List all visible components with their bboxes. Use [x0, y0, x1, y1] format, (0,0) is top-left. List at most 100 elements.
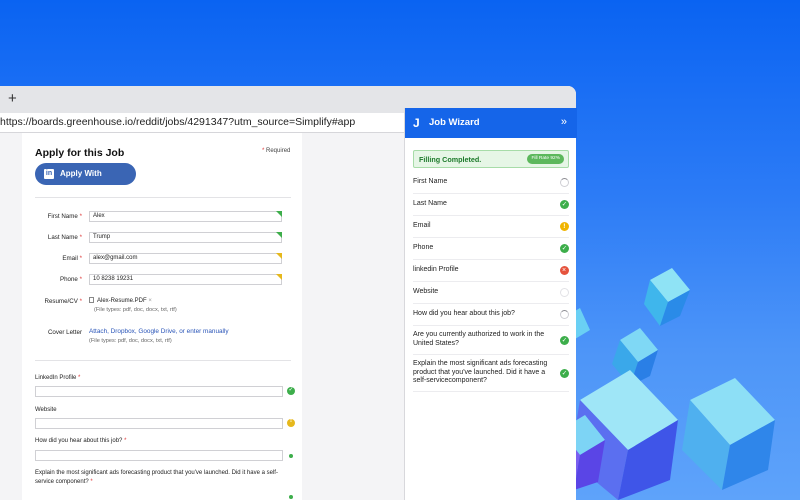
linkedin-profile-label-text: LinkedIn Profile	[35, 375, 77, 381]
wizard-item-linkedin-profile[interactable]: linkedin Profile	[413, 260, 569, 282]
divider	[35, 360, 291, 361]
wizard-item-first-name[interactable]: First Name	[413, 172, 569, 194]
error-icon	[560, 266, 569, 275]
wizard-item-label: How did you hear about this job?	[413, 310, 515, 317]
linkedin-icon: in	[44, 169, 54, 179]
email-field[interactable]: alex@gmail.com	[89, 253, 282, 264]
apply-with-linkedin-button[interactable]: in Apply With LinkedIn	[35, 163, 136, 200]
required-note-label: Required	[266, 148, 291, 154]
wizard-item-ads-forecasting[interactable]: Explain the most significant ads forecas…	[413, 355, 569, 392]
last-name-field[interactable]: Trump	[89, 232, 282, 243]
fill-rate-badge: Fill Rate 92%	[527, 154, 564, 164]
warning-indicator	[276, 274, 282, 280]
loading-spinner-icon	[560, 178, 569, 187]
cover-letter-options[interactable]: Attach, Dropbox, Google Drive, or enter …	[89, 328, 229, 335]
required-star: *	[79, 276, 82, 283]
resume-file-types: (File types: pdf, doc, docx, txt, rtf)	[94, 307, 177, 313]
required-star: *	[78, 375, 81, 381]
hear-about-job-label-text: How did you hear about this job?	[35, 438, 123, 444]
phone-field[interactable]: 10 8238 19231	[89, 274, 282, 285]
wizard-item-website[interactable]: Website	[413, 282, 569, 304]
email-label-text: Email	[62, 255, 78, 262]
first-name-label-text: First Name	[47, 213, 78, 220]
website-label: Website	[35, 407, 57, 413]
success-check-icon	[560, 369, 569, 378]
resume-label: Resume/CV *	[40, 298, 82, 305]
wizard-item-email[interactable]: Email	[413, 216, 569, 238]
last-name-value: Trump	[93, 234, 111, 240]
remove-file-icon[interactable]: ×	[148, 298, 152, 304]
wizard-item-label: linkedin Profile	[413, 266, 459, 273]
wizard-item-work-authorization[interactable]: Are you currently authorized to work in …	[413, 326, 569, 355]
required-star: *	[79, 234, 82, 241]
wizard-item-label: Phone	[413, 244, 434, 251]
fill-status-text: Filling Completed.	[419, 155, 482, 164]
first-name-label: First Name *	[40, 213, 82, 220]
filled-dot-icon	[289, 454, 293, 458]
required-note: * Required	[262, 148, 290, 154]
required-star: *	[90, 479, 93, 485]
cover-letter-label: Cover Letter	[47, 329, 82, 336]
page-title: Apply for this Job	[35, 147, 125, 159]
filled-indicator	[276, 211, 282, 217]
job-wizard-panel: J Job Wizard » Filling Completed. Fill R…	[404, 108, 577, 500]
warning-icon	[287, 418, 295, 427]
first-name-field[interactable]: Alex	[89, 211, 282, 222]
job-wizard-logo-icon: J	[413, 116, 420, 130]
pending-icon	[560, 288, 569, 297]
collapse-icon[interactable]: »	[561, 116, 567, 128]
wizard-item-label: Explain the most significant ads forecas…	[413, 360, 548, 385]
wizard-item-phone[interactable]: Phone	[413, 238, 569, 260]
ads-forecasting-label-text: Explain the most significant ads forecas…	[35, 470, 278, 485]
required-star: *	[79, 213, 82, 220]
resume-file-name: Alex-Resume.PDF	[97, 298, 147, 304]
warning-indicator	[276, 253, 282, 259]
first-name-value: Alex	[93, 213, 105, 219]
file-icon	[89, 297, 94, 303]
website-field[interactable]	[35, 418, 283, 429]
wizard-title: Job Wizard	[429, 117, 480, 128]
decorative-cubes	[560, 268, 775, 500]
url-text: https://boards.greenhouse.io/reddit/jobs…	[0, 116, 356, 128]
wizard-item-label: Email	[413, 222, 431, 229]
wizard-header: J Job Wizard »	[405, 108, 577, 138]
last-name-label-text: Last Name	[47, 234, 78, 241]
cover-letter-file-types: (File types: pdf, doc, docx, txt, rtf)	[89, 338, 172, 344]
wizard-item-hear-about-job[interactable]: How did you hear about this job?	[413, 304, 569, 326]
linkedin-profile-label: LinkedIn Profile *	[35, 375, 80, 381]
loading-spinner-icon	[560, 310, 569, 319]
phone-label: Phone *	[40, 276, 82, 283]
ads-forecasting-label: Explain the most significant ads forecas…	[35, 469, 285, 487]
wizard-item-label: Website	[413, 288, 439, 295]
warning-icon	[560, 222, 569, 231]
new-tab-button[interactable]: +	[8, 91, 17, 107]
success-icon	[287, 386, 295, 395]
linkedin-profile-field[interactable]	[35, 386, 283, 397]
email-label: Email *	[40, 255, 82, 262]
success-check-icon	[560, 200, 569, 209]
success-check-icon	[560, 244, 569, 253]
required-star: *	[79, 255, 82, 262]
application-form: Apply for this Job * Required in Apply W…	[22, 133, 302, 500]
success-check-icon	[560, 336, 569, 345]
filled-dot-icon	[289, 495, 293, 499]
wizard-item-label: Last Name	[413, 200, 447, 207]
divider	[35, 197, 291, 198]
filled-indicator	[276, 232, 282, 238]
required-star: *	[262, 148, 265, 154]
hear-about-job-label: How did you hear about this job? *	[35, 438, 126, 444]
linkedin-button-label: Apply With LinkedIn	[60, 169, 102, 200]
wizard-item-last-name[interactable]: Last Name	[413, 194, 569, 216]
last-name-label: Last Name *	[40, 234, 82, 241]
email-value: alex@gmail.com	[93, 255, 138, 261]
hear-about-job-field[interactable]	[35, 450, 283, 461]
resume-label-text: Resume/CV	[44, 298, 78, 305]
required-star: *	[124, 438, 127, 444]
phone-label-text: Phone	[59, 276, 78, 283]
wizard-item-label: Are you currently authorized to work in …	[413, 331, 545, 347]
resume-file[interactable]: Alex-Resume.PDF ×	[89, 297, 152, 304]
required-star: *	[79, 298, 82, 305]
fill-status-banner: Filling Completed. Fill Rate 92%	[413, 150, 569, 168]
phone-value: 10 8238 19231	[93, 276, 134, 282]
wizard-item-label: First Name	[413, 178, 448, 185]
